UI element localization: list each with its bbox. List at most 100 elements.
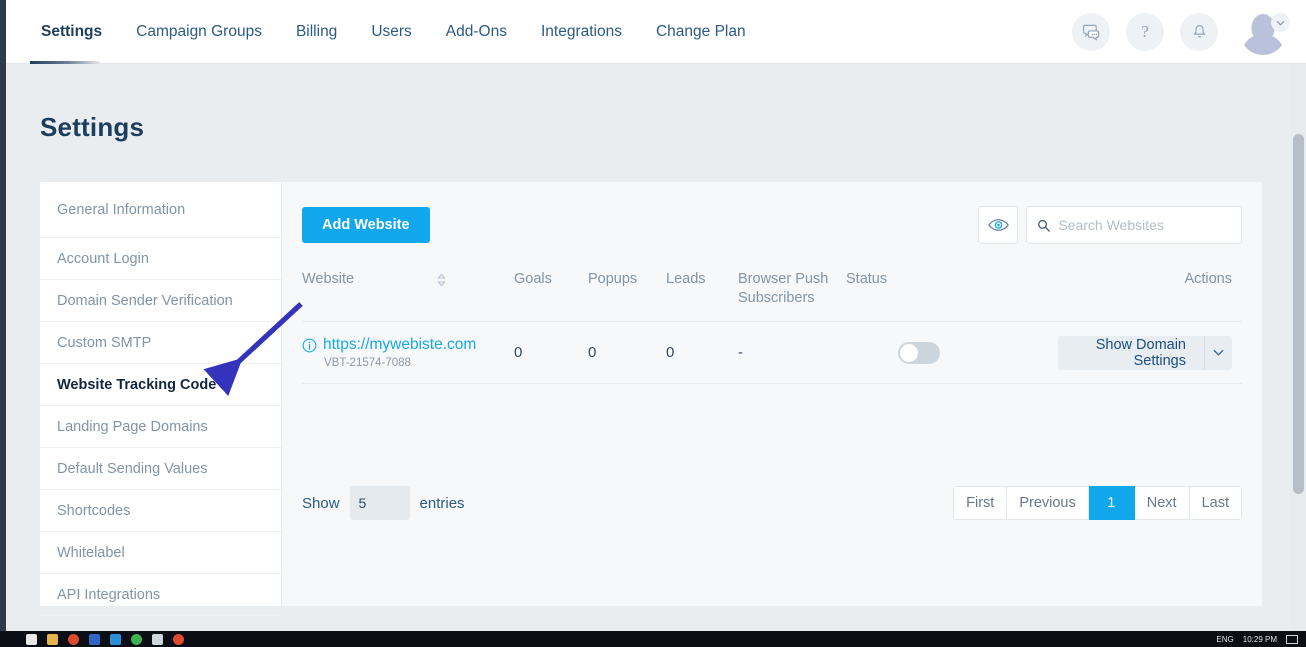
sidebar-item-whitelabel[interactable]: Whitelabel bbox=[40, 532, 281, 574]
status-toggle[interactable] bbox=[898, 341, 940, 364]
show-label: Show bbox=[302, 494, 340, 512]
entries-select[interactable]: 5 bbox=[349, 486, 410, 520]
entries-label: entries bbox=[419, 494, 465, 512]
domain-settings-dropdown-toggle[interactable] bbox=[1205, 335, 1232, 370]
nav-item-billing[interactable]: Billing bbox=[279, 0, 354, 64]
taskbar-icon-chrome-1[interactable] bbox=[68, 633, 79, 645]
websites-table: Website Goals Popups Leads Browser Push … bbox=[302, 260, 1242, 520]
nav-label: Billing bbox=[295, 23, 338, 40]
websites-panel: Add Website Search Websites Website Goal… bbox=[302, 182, 1242, 606]
table-footer: Show 5 entries First Previous 1 Next Las… bbox=[302, 478, 1242, 528]
sidebar-item-label: General Information bbox=[57, 201, 186, 218]
column-header-leads: Leads bbox=[666, 271, 706, 287]
entries-value: 5 bbox=[358, 495, 367, 511]
sidebar-item-general-information[interactable]: General Information bbox=[40, 182, 281, 238]
goals-value: 0 bbox=[514, 344, 523, 361]
app-root: Settings Campaign Groups Billing Users A… bbox=[0, 0, 1306, 647]
nav-item-settings[interactable]: Settings bbox=[24, 0, 119, 64]
browser-push-subscribers-value: - bbox=[738, 344, 743, 361]
sidebar-item-default-sending-values[interactable]: Default Sending Values bbox=[40, 448, 281, 490]
search-icon bbox=[1038, 219, 1050, 232]
pagination-page-1[interactable]: 1 bbox=[1088, 486, 1135, 520]
taskbar-icon-edge[interactable] bbox=[110, 633, 121, 645]
notifications-button[interactable] bbox=[1180, 13, 1218, 51]
taskbar-icon-calculator[interactable] bbox=[152, 633, 163, 645]
action-center-icon[interactable] bbox=[1286, 634, 1298, 644]
sidebar-item-landing-page-domains[interactable]: Landing Page Domains bbox=[40, 406, 281, 448]
sidebar-item-label: Domain Sender Verification bbox=[57, 292, 233, 309]
eye-icon bbox=[987, 219, 1009, 231]
bell-icon bbox=[1192, 25, 1206, 38]
nav-item-campaign-groups[interactable]: Campaign Groups bbox=[119, 0, 279, 64]
nav-label: Settings bbox=[41, 23, 103, 40]
sidebar-item-account-login[interactable]: Account Login bbox=[40, 238, 281, 280]
pagination-last[interactable]: Last bbox=[1189, 486, 1242, 520]
pagination-first[interactable]: First bbox=[953, 486, 1008, 520]
help-button[interactable]: ? bbox=[1126, 13, 1164, 51]
sidebar-item-label: Website Tracking Code bbox=[57, 376, 217, 393]
top-bar-actions: ? bbox=[1072, 0, 1290, 64]
sidebar-item-label: Default Sending Values bbox=[57, 460, 208, 477]
os-taskbar: ENG 10:29 PM bbox=[0, 631, 1306, 647]
sort-updown-icon[interactable] bbox=[436, 273, 447, 287]
info-circle-icon[interactable] bbox=[302, 338, 317, 353]
sidebar-item-custom-smtp[interactable]: Custom SMTP bbox=[40, 322, 281, 364]
tray-clock[interactable]: 10:29 PM bbox=[1243, 635, 1277, 644]
sidebar-item-label: Whitelabel bbox=[57, 544, 125, 561]
sidebar-item-label: Custom SMTP bbox=[57, 334, 152, 351]
sidebar-item-shortcodes[interactable]: Shortcodes bbox=[40, 490, 281, 532]
question-mark-icon: ? bbox=[1141, 22, 1149, 41]
chevron-down-icon bbox=[1213, 349, 1224, 356]
show-domain-settings-button[interactable]: Show Domain Settings bbox=[1058, 335, 1205, 370]
nav-item-users[interactable]: Users bbox=[354, 0, 428, 64]
preview-toggle-button[interactable] bbox=[978, 206, 1018, 244]
nav-label: Campaign Groups bbox=[136, 23, 262, 40]
leads-value: 0 bbox=[666, 344, 675, 361]
nav-item-integrations[interactable]: Integrations bbox=[524, 0, 639, 64]
page-title: Settings bbox=[40, 112, 145, 142]
toggle-knob bbox=[900, 343, 918, 362]
website-url: https://mywebiste.com bbox=[323, 336, 477, 353]
taskbar-icon-windows[interactable] bbox=[26, 633, 37, 645]
entries-selector: Show 5 entries bbox=[302, 486, 465, 520]
actions-cell: Show Domain Settings bbox=[1058, 335, 1242, 370]
sidebar-item-domain-sender-verification[interactable]: Domain Sender Verification bbox=[40, 280, 281, 322]
sidebar-item-api-integrations[interactable]: API Integrations bbox=[40, 574, 281, 616]
nav-item-change-plan[interactable]: Change Plan bbox=[639, 0, 763, 64]
nav-label: Add-Ons bbox=[445, 23, 507, 40]
avatar-caret[interactable] bbox=[1271, 13, 1290, 32]
status-cell bbox=[898, 341, 1058, 364]
pagination-previous[interactable]: Previous bbox=[1007, 486, 1089, 520]
chevron-down-icon bbox=[390, 500, 401, 507]
chat-button[interactable] bbox=[1072, 13, 1110, 51]
nav-item-add-ons[interactable]: Add-Ons bbox=[429, 0, 524, 64]
tray-language[interactable]: ENG bbox=[1216, 635, 1233, 644]
taskbar-icon-word[interactable] bbox=[89, 633, 100, 645]
page-scrollbar[interactable] bbox=[1291, 64, 1306, 631]
website-cell: https://mywebiste.com VBT-21574-7088 bbox=[302, 336, 514, 369]
taskbar-icon-explorer[interactable] bbox=[47, 633, 58, 645]
pagination: First Previous 1 Next Last bbox=[953, 486, 1242, 520]
nav-label: Users bbox=[371, 23, 412, 40]
column-header-browser-push-subscribers: Browser Push Subscribers bbox=[738, 271, 829, 306]
add-website-button[interactable]: Add Website bbox=[302, 207, 430, 243]
column-header-status: Status bbox=[846, 271, 888, 287]
pagination-next[interactable]: Next bbox=[1134, 486, 1190, 520]
search-input[interactable] bbox=[1058, 217, 1231, 233]
avatar-menu[interactable] bbox=[1240, 9, 1290, 55]
chat-bubbles-icon bbox=[1082, 24, 1099, 41]
website-link[interactable]: https://mywebiste.com bbox=[302, 336, 514, 354]
taskbar-icon-chrome-3[interactable] bbox=[173, 633, 184, 645]
column-header-goals: Goals bbox=[514, 271, 552, 287]
top-navigation-bar: Settings Campaign Groups Billing Users A… bbox=[6, 0, 1306, 66]
sidebar-item-website-tracking-code[interactable]: Website Tracking Code bbox=[40, 364, 281, 406]
sidebar-item-label: Account Login bbox=[57, 250, 149, 267]
scrollbar-thumb[interactable] bbox=[1293, 134, 1304, 494]
nav-label: Integrations bbox=[540, 23, 622, 40]
search-websites-box[interactable] bbox=[1026, 206, 1242, 244]
popups-value: 0 bbox=[588, 344, 597, 361]
column-header-website[interactable]: Website bbox=[302, 270, 514, 289]
settings-sidebar: General Information Account Login Domain… bbox=[40, 182, 282, 616]
taskbar-icon-chrome-2[interactable] bbox=[131, 633, 142, 645]
column-label: Website bbox=[302, 271, 355, 287]
